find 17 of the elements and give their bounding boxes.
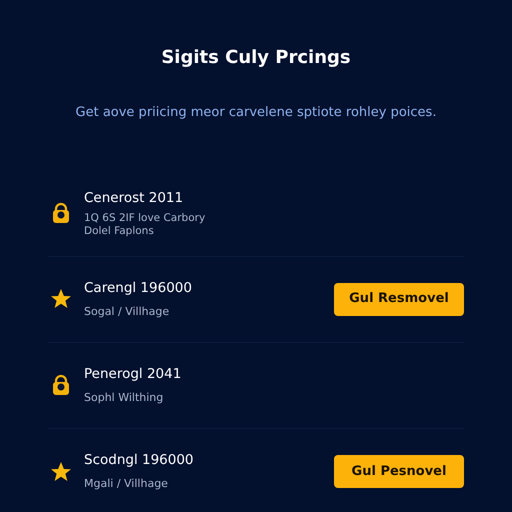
page-subtitle: Get aove priicing meor carvelene sptiote rohley poices. xyxy=(74,104,438,122)
lock-icon xyxy=(50,202,72,224)
item-detail: Mgali / Villhage xyxy=(84,476,169,492)
page-title: Sigits Culy Prcings xyxy=(160,46,352,70)
item-title: Scodngl 196000 xyxy=(84,451,194,470)
lock-icon xyxy=(50,374,72,396)
item-detail: Dolel Faplons xyxy=(84,225,155,238)
item-title: Carengl 196000 xyxy=(84,278,192,298)
item-detail: 1Q 6S 2IF love Carbory xyxy=(84,212,206,226)
star-icon xyxy=(50,288,72,310)
star-icon xyxy=(50,460,72,482)
item-title: Cenerost 2011 xyxy=(84,188,184,208)
action-button[interactable]: Gul Pesnovel xyxy=(334,455,464,488)
item-detail: Sophl Wilthing xyxy=(84,390,164,406)
item-title: Penerogl 2041 xyxy=(84,364,182,384)
action-button[interactable]: Gul Resmovel xyxy=(334,282,464,316)
item-detail: Sogal / Villhage xyxy=(84,304,170,320)
